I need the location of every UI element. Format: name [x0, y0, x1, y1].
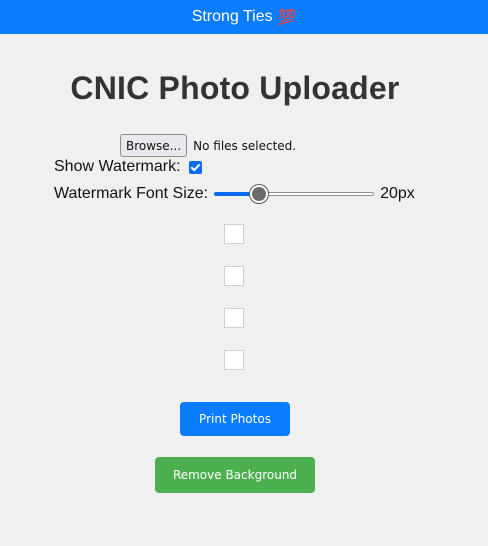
hundred-points-icon: 💯: [277, 8, 297, 26]
browse-button[interactable]: Browse...: [120, 134, 188, 157]
top-bar: Strong Ties 💯: [0, 0, 488, 34]
page-title: CNIC Photo Uploader: [70, 70, 400, 106]
show-watermark-row: Show Watermark:: [54, 157, 202, 177]
brand: Strong Ties 💯: [192, 8, 297, 26]
font-size-label: Watermark Font Size:: [54, 185, 209, 202]
brand-name: Strong Ties: [191, 8, 273, 25]
font-size-row: Watermark Font Size: 20px: [54, 184, 415, 204]
photo-slot[interactable]: [224, 224, 244, 244]
photo-slot[interactable]: [224, 350, 244, 370]
slider-thumb[interactable]: [250, 185, 269, 203]
font-size-value: 20px: [380, 185, 415, 202]
font-size-slider[interactable]: [214, 184, 375, 204]
file-status: No files selected.: [193, 138, 297, 153]
print-photos-button[interactable]: Print Photos: [180, 402, 290, 436]
photo-slot[interactable]: [224, 308, 244, 328]
remove-background-button[interactable]: Remove Background: [155, 457, 315, 493]
file-upload: Browse... No files selected.: [120, 134, 296, 157]
photo-slot[interactable]: [224, 266, 244, 286]
show-watermark-label: Show Watermark:: [54, 158, 181, 175]
show-watermark-checkbox[interactable]: [188, 160, 202, 174]
